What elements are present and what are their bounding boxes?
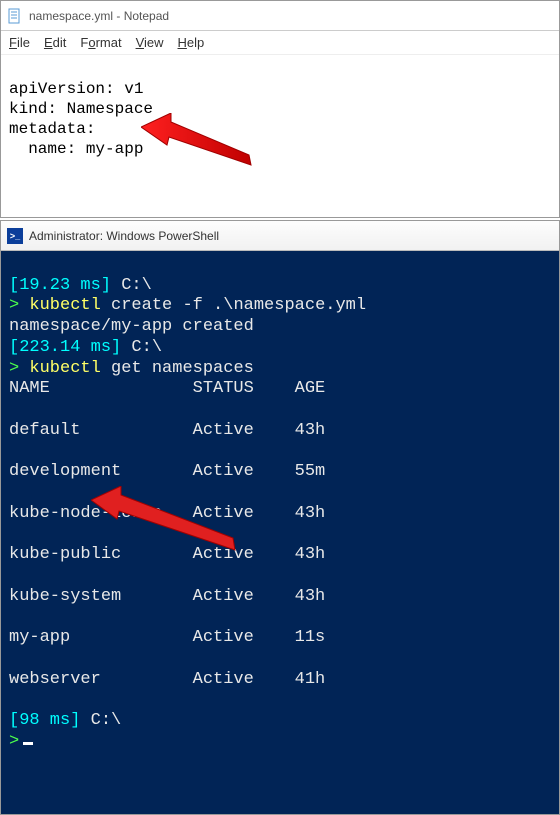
prompt-symbol: > xyxy=(9,732,19,751)
col-age: AGE xyxy=(295,379,356,400)
table-row: kube-publicActive43h xyxy=(9,545,551,566)
prompt-path: C:\ xyxy=(111,276,152,295)
table-row: defaultActive43h xyxy=(9,421,551,442)
annotation-arrow-icon xyxy=(141,113,256,168)
powershell-terminal[interactable]: [19.23 ms] C:\ > kubectl create -f .\nam… xyxy=(1,251,559,814)
notepad-menubar: File Edit Format View Help xyxy=(1,31,559,55)
powershell-titlebar[interactable]: >_ Administrator: Windows PowerShell xyxy=(1,221,559,251)
cmd-args: get namespaces xyxy=(101,359,254,378)
table-row: webserverActive41h xyxy=(9,670,551,691)
table-header: NAMESTATUSAGE xyxy=(9,379,551,400)
output-line: namespace/my-app created xyxy=(9,317,254,336)
timing-badge: [19.23 ms] xyxy=(9,276,111,295)
powershell-icon: >_ xyxy=(7,228,23,244)
powershell-window: >_ Administrator: Windows PowerShell [19… xyxy=(0,220,560,815)
table-row: my-appActive11s xyxy=(9,628,551,649)
menu-format[interactable]: Format xyxy=(80,35,121,50)
timing-badge: [223.14 ms] xyxy=(9,338,121,357)
notepad-icon xyxy=(7,8,23,24)
cursor-icon xyxy=(23,742,33,745)
col-name: NAME xyxy=(9,379,193,400)
col-status: STATUS xyxy=(193,379,295,400)
notepad-titlebar[interactable]: namespace.yml - Notepad xyxy=(1,1,559,31)
menu-file[interactable]: File xyxy=(9,35,30,50)
cmd-kubectl: kubectl xyxy=(19,359,101,378)
prompt-path: C:\ xyxy=(80,711,121,730)
powershell-title: Administrator: Windows PowerShell xyxy=(29,229,219,243)
yaml-line: apiVersion: v1 xyxy=(9,80,143,98)
menu-help[interactable]: Help xyxy=(178,35,205,50)
yaml-line: name: my-app xyxy=(9,140,143,158)
yaml-line: kind: Namespace xyxy=(9,100,153,118)
prompt-symbol: > xyxy=(9,296,19,315)
cmd-kubectl: kubectl xyxy=(19,296,101,315)
prompt-path: C:\ xyxy=(121,338,162,357)
menu-edit[interactable]: Edit xyxy=(44,35,66,50)
timing-badge: [98 ms] xyxy=(9,711,80,730)
notepad-title: namespace.yml - Notepad xyxy=(29,9,169,23)
menu-view[interactable]: View xyxy=(136,35,164,50)
prompt-symbol: > xyxy=(9,359,19,378)
yaml-line: metadata: xyxy=(9,120,95,138)
table-row: kube-node-leaseActive43h xyxy=(9,504,551,525)
notepad-window: namespace.yml - Notepad File Edit Format… xyxy=(0,0,560,218)
table-row: developmentActive55m xyxy=(9,462,551,483)
cmd-args: create -f .\namespace.yml xyxy=(101,296,366,315)
table-row: kube-systemActive43h xyxy=(9,587,551,608)
notepad-editor[interactable]: apiVersion: v1 kind: Namespace metadata:… xyxy=(1,55,559,217)
